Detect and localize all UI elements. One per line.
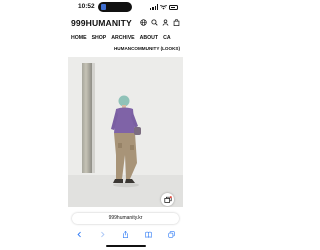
dynamic-island [98, 2, 132, 12]
browser-toolbar [68, 228, 183, 240]
app-activity-icon [101, 4, 106, 10]
nav-archive[interactable]: ARCHIVE [111, 33, 134, 44]
user-icon[interactable] [162, 19, 169, 26]
phone-screen: 10:52 999HUMANITY HOME SHOP ARCHIVE ABOU… [68, 0, 183, 250]
globe-icon[interactable] [140, 19, 147, 26]
address-text: 999humanity.kr [108, 215, 143, 221]
forward-icon[interactable] [99, 231, 106, 238]
nav-about[interactable]: ABOUT [140, 33, 158, 44]
share-icon[interactable] [122, 230, 129, 238]
search-icon[interactable] [151, 19, 158, 26]
site-header: 999HUMANITY [68, 15, 183, 31]
main-nav: HOME SHOP ARCHIVE ABOUT CA [68, 33, 183, 44]
wifi-icon [160, 4, 167, 9]
tabs-icon[interactable] [168, 230, 175, 238]
header-icons [140, 19, 180, 26]
status-icons [150, 4, 178, 10]
hero-image [68, 57, 183, 207]
bookmarks-icon[interactable] [145, 231, 152, 238]
chat-button[interactable] [161, 193, 174, 206]
status-bar: 10:52 [68, 0, 183, 15]
site-logo[interactable]: 999HUMANITY [71, 18, 132, 28]
hero-pillar [82, 63, 92, 173]
battery-icon [169, 4, 178, 10]
back-icon[interactable] [76, 231, 83, 238]
signal-icon [150, 4, 158, 10]
status-time: 10:52 [78, 3, 95, 10]
bag-icon[interactable] [173, 19, 180, 26]
nav-shop[interactable]: SHOP [92, 33, 107, 44]
address-bar[interactable]: 999humanity.kr [72, 213, 179, 224]
model-figure [111, 95, 141, 188]
nav-home[interactable]: HOME [71, 33, 87, 44]
home-indicator [106, 245, 146, 247]
sub-nav-humancommunity[interactable]: HUMANCOMMUNITY (LOOKS) [114, 46, 180, 51]
nav-ca[interactable]: CA [163, 33, 171, 44]
chat-icon [163, 195, 172, 203]
